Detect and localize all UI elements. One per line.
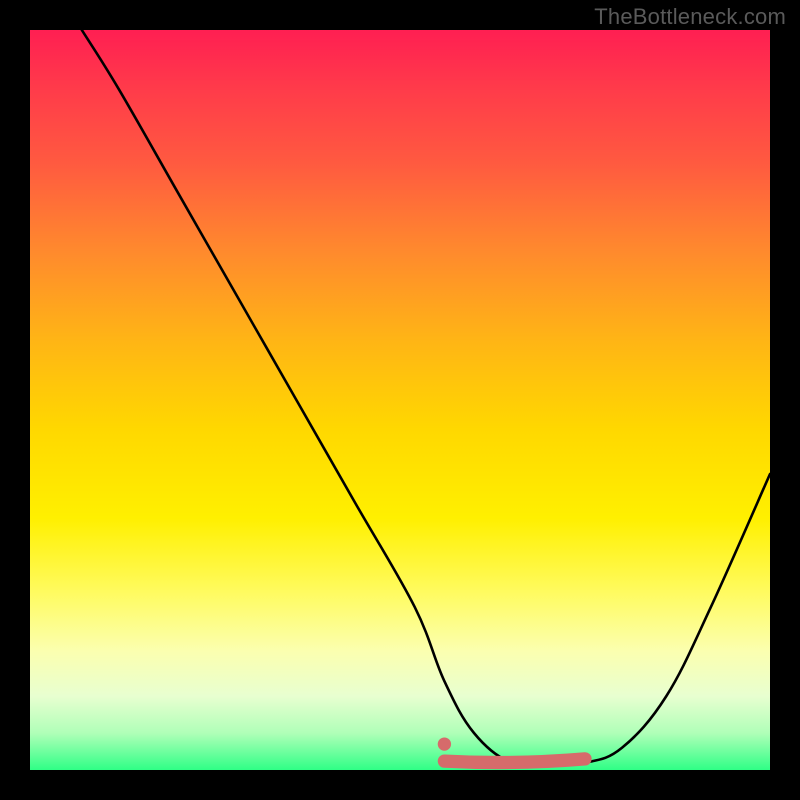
chart-svg [30, 30, 770, 770]
bottleneck-curve [82, 30, 770, 765]
watermark-text: TheBottleneck.com [594, 4, 786, 30]
highlight-segment [444, 759, 585, 763]
chart-frame: TheBottleneck.com [0, 0, 800, 800]
highlight-dot [438, 737, 451, 750]
